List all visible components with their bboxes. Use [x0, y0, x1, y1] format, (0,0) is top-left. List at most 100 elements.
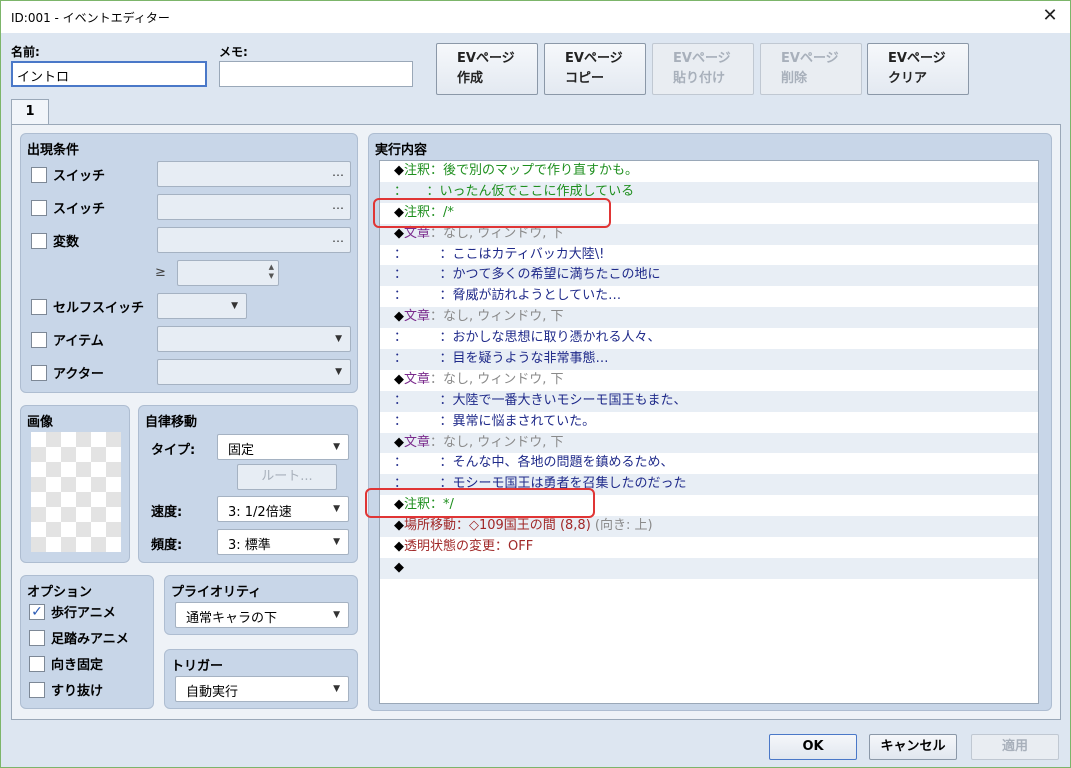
command-text: ◆	[394, 559, 404, 575]
ok-button[interactable]: OK	[769, 734, 857, 760]
command-line[interactable]: ◆場所移動：◇109国王の間 (8,8) (向き: 上)	[380, 516, 1038, 538]
apply-button[interactable]: 適用	[971, 734, 1059, 760]
image-title: 画像	[27, 415, 54, 430]
command-text: ◆	[394, 163, 404, 178]
priority-select[interactable]: 通常キャラの下 ▼	[175, 602, 349, 628]
switch2-checkbox[interactable]: スイッチ	[31, 198, 105, 217]
command-text: ：なし, ウィンドウ, 下	[430, 309, 564, 325]
command-text: ： ：脅威が訪れようとしていた…	[394, 288, 622, 304]
contents-title: 実行内容	[375, 143, 428, 158]
event-editor-window: ID:001 - イベントエディター ✕ 名前: イントロ メモ: EVページ …	[0, 0, 1071, 768]
spinner-arrows-icon[interactable]: ▲ ▼	[269, 263, 274, 281]
ev-page-create-button[interactable]: EVページ 作成	[436, 43, 538, 95]
command-line[interactable]: ： ：そんな中、各地の問題を鎮めるため、	[380, 453, 1038, 474]
trigger-title: トリガー	[171, 659, 224, 674]
command-line[interactable]: ◆文章：なし, ウィンドウ, 下	[380, 307, 1038, 329]
cancel-button[interactable]: キャンセル	[869, 734, 957, 760]
switch2-label: スイッチ	[53, 202, 106, 217]
command-line[interactable]: ◆文章：なし, ウィンドウ, 下	[380, 432, 1038, 454]
option-stepping-anim[interactable]: 足踏みアニメ	[29, 628, 129, 647]
page-panel: 出現条件 スイッチ … スイッチ … 変数 … ≥ ▲ ▼ セルフスイッチ ▼ …	[11, 124, 1061, 720]
ev-page-copy-button[interactable]: EVページ コピー	[544, 43, 646, 95]
ev-paste-line1: EVページ	[673, 51, 731, 66]
command-text: ： ：大陸で一番大きいモシーモ国王もまた、	[394, 392, 687, 408]
route-button[interactable]: ルート...	[237, 464, 337, 490]
priority-group: プライオリティ 通常キャラの下 ▼	[164, 575, 358, 635]
speed-select[interactable]: 3: 1/2倍速 ▼	[217, 496, 349, 522]
type-label: タイプ:	[151, 443, 196, 458]
options-group: オプション ✓ 歩行アニメ 足踏みアニメ 向き固定 すり抜け	[20, 575, 154, 709]
variable-checkbox[interactable]: 変数	[31, 231, 79, 250]
ev-page-delete-button[interactable]: EVページ 削除	[760, 43, 862, 95]
command-line[interactable]: ： ：目を疑うような非常事態…	[380, 349, 1038, 370]
self-switch-checkbox[interactable]: セルフスイッチ	[31, 297, 144, 316]
highlight-box-comment-end	[365, 488, 595, 518]
command-line[interactable]: ◆透明状態の変更：OFF	[380, 537, 1038, 558]
checkmark-icon: ✓	[29, 603, 45, 620]
option-walking-anim[interactable]: ✓ 歩行アニメ	[29, 602, 116, 621]
command-line[interactable]: ◆注釈：後で別のマップで作り直すかも。	[380, 161, 1038, 182]
frequency-value: 3: 標準	[228, 538, 271, 553]
switch1-checkbox[interactable]: スイッチ	[31, 165, 105, 184]
checkbox-box	[31, 298, 47, 315]
trigger-group: トリガー 自動実行 ▼	[164, 649, 358, 709]
checkbox-box	[29, 629, 45, 646]
image-thumbnail[interactable]	[31, 432, 121, 552]
command-line[interactable]: ： ：異常に悩まされていた。	[380, 412, 1038, 433]
chevron-down-icon: ▼	[333, 684, 340, 694]
command-text: ： ：おかしな思想に取り憑かれる人々、	[394, 330, 661, 346]
command-text: (向き: 上)	[590, 518, 653, 534]
chevron-down-icon: ▼	[333, 537, 340, 547]
option-through[interactable]: すり抜け	[29, 680, 103, 699]
command-line[interactable]: ◆文章：なし, ウィンドウ, 下	[380, 370, 1038, 391]
command-line[interactable]: ◆	[380, 557, 1038, 579]
close-icon[interactable]: ✕	[1038, 5, 1062, 29]
ev-copy-line1: EVページ	[565, 51, 623, 66]
name-label: 名前:	[11, 45, 40, 59]
command-line[interactable]: ： ：脅威が訪れようとしていた…	[380, 286, 1038, 307]
command-text: ： ：ここはカティバッカ大陸\!	[394, 246, 605, 262]
command-list[interactable]: ◆注釈：後で別のマップで作り直すかも。： ：いったん仮でここに作成している ◆注釈…	[379, 160, 1039, 704]
name-input[interactable]: イントロ	[11, 61, 207, 87]
chevron-down-icon: ▼	[333, 442, 340, 452]
title-bar: ID:001 - イベントエディター ✕	[1, 1, 1070, 33]
command-text: ◆	[394, 539, 404, 555]
item-select[interactable]: ▼	[157, 326, 351, 352]
ev-page-clear-button[interactable]: EVページ クリア	[867, 43, 969, 95]
tab-page-1[interactable]: 1	[11, 99, 49, 125]
command-line[interactable]: ： ：大陸で一番大きいモシーモ国王もまた、	[380, 390, 1038, 412]
option-label: 歩行アニメ	[51, 606, 116, 621]
command-text: ◆	[394, 518, 404, 534]
variable-field[interactable]: …	[157, 227, 351, 253]
actor-checkbox[interactable]: アクター	[31, 363, 104, 382]
priority-value: 通常キャラの下	[186, 611, 278, 626]
checkbox-box	[31, 232, 47, 249]
command-line[interactable]: ： ：ここはカティバッカ大陸\!	[380, 245, 1038, 266]
checkbox-box	[31, 364, 47, 381]
item-checkbox[interactable]: アイテム	[31, 330, 104, 349]
option-direction-fix[interactable]: 向き固定	[29, 654, 103, 673]
frequency-label: 頻度:	[151, 538, 183, 553]
ev-page-paste-button[interactable]: EVページ 貼り付け	[652, 43, 754, 95]
memo-input[interactable]	[219, 61, 413, 87]
actor-select[interactable]: ▼	[157, 359, 351, 385]
type-select[interactable]: 固定 ▼	[217, 434, 349, 460]
option-label: すり抜け	[51, 684, 104, 699]
command-line[interactable]: ： ：かつて多くの希望に満ちたこの地に	[380, 265, 1038, 287]
switch1-field[interactable]: …	[157, 161, 351, 187]
chevron-down-icon: ▼	[335, 367, 342, 377]
ellipsis-icon: …	[332, 198, 344, 212]
trigger-value: 自動実行	[186, 685, 239, 700]
trigger-select[interactable]: 自動実行 ▼	[175, 676, 349, 702]
command-line[interactable]: ： ：おかしな思想に取り憑かれる人々、	[380, 328, 1038, 349]
self-switch-select[interactable]: ▼	[157, 293, 247, 319]
command-text: 文章	[404, 371, 431, 387]
variable-value-spinner[interactable]: ▲ ▼	[177, 260, 279, 286]
switch2-field[interactable]: …	[157, 194, 351, 220]
ev-clear-line2: クリア	[888, 71, 928, 86]
self-switch-label: セルフスイッチ	[53, 301, 145, 316]
command-text: ◆	[394, 309, 404, 325]
chevron-down-icon: ▼	[333, 504, 340, 514]
frequency-select[interactable]: 3: 標準 ▼	[217, 529, 349, 555]
ge-symbol: ≥	[155, 265, 166, 280]
